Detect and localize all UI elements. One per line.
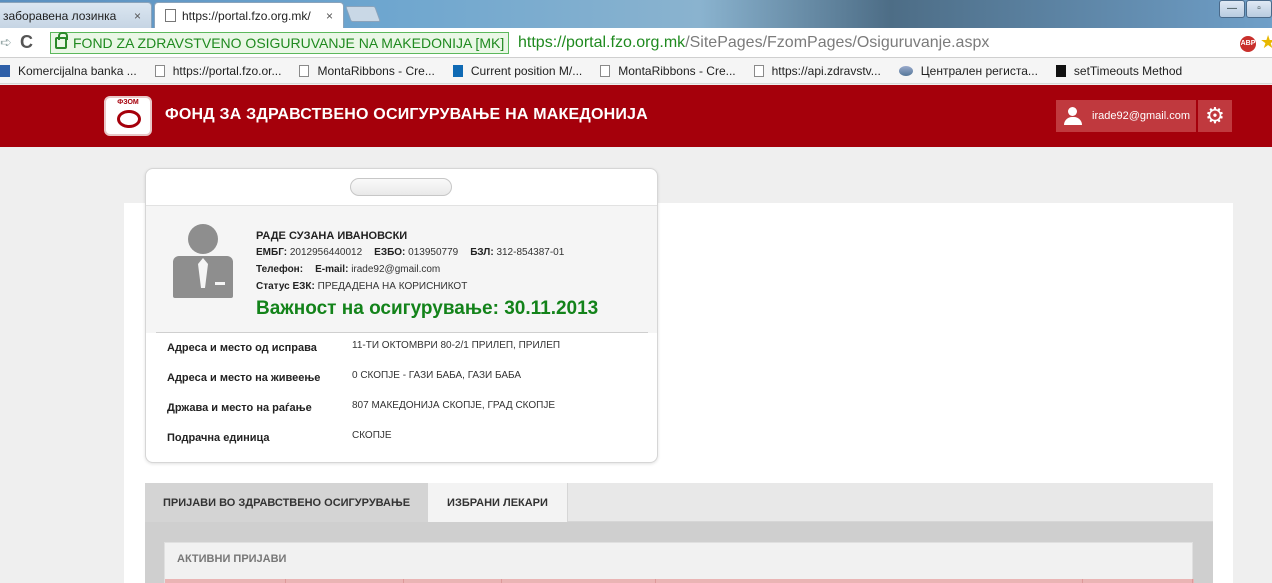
detail-value: СКОПЈЕ xyxy=(352,430,392,441)
detail-label: Адреса и место на живеење xyxy=(167,372,321,384)
new-tab-button[interactable] xyxy=(345,6,381,22)
status-line: Статус ЕЗК: ПРЕДАДЕНА НА КОРИСНИКОТ xyxy=(256,281,467,292)
site-header: ФЗОМ ФОНД ЗА ЗДРАВСТВЕНО ОСИГУРУВАЊЕ НА … xyxy=(0,85,1272,147)
user-icon xyxy=(1064,107,1082,125)
avatar xyxy=(171,224,235,300)
url-host: https://portal.fzo.org.mk xyxy=(518,34,686,51)
bookmark-item[interactable]: MontaRibbons - Cre... xyxy=(299,63,435,78)
reload-icon[interactable]: C xyxy=(20,32,33,53)
star-icon[interactable]: ★ xyxy=(1260,32,1272,53)
id-line: ЕМБГ: 2012956440012 ЕЗБО: 013950779 БЗЛ: 3… xyxy=(256,247,564,258)
page-icon xyxy=(299,64,310,77)
bookmark-label: MontaRibbons - Cre... xyxy=(618,63,736,78)
bookmark-label: Централен региста... xyxy=(920,63,1038,78)
status-value: ПРЕДАДЕНА НА КОРИСНИКОТ xyxy=(317,281,468,292)
ev-label: FOND ZA ZDRAVSTVENO OSIGURUVANJE NA MAKE… xyxy=(73,35,505,51)
bookmark-label: https://api.zdravstv... xyxy=(771,63,881,78)
detail-value: 807 МАКЕДОНИЈА СКОПЈЕ, ГРАД СКОПЈЕ xyxy=(352,400,556,411)
status-label: Статус ЕЗК: xyxy=(256,281,315,292)
embg-value: 2012956440012 xyxy=(289,247,363,258)
close-icon[interactable]: × xyxy=(326,9,333,23)
insured-name: РАДЕ СУЗАНА ИВАНОВСКИ xyxy=(256,230,408,242)
maximize-button[interactable]: ▫ xyxy=(1246,0,1272,18)
bank-icon xyxy=(0,64,10,77)
url-path: /SitePages/FzomPages/Osiguruvanje.aspx xyxy=(685,34,990,51)
page-icon xyxy=(753,64,764,77)
address-bar: ➪ C FOND ZA ZDRAVSTVENO OSIGURUVANJE NA … xyxy=(0,28,1272,58)
detail-label: Држава и место на раѓање xyxy=(167,402,312,414)
registrations-section: ПРИЈАВИ ВО ЗДРАВСТВЕНО ОСИГУРУВАЊЕ ИЗБРА… xyxy=(145,483,1213,583)
fzom-logo[interactable]: ФЗОМ xyxy=(104,96,152,136)
bookmark-item[interactable]: https://api.zdravstv... xyxy=(753,63,881,78)
active-registrations-panel: АКТИВНИ ПРИЈАВИ xyxy=(164,542,1194,583)
content-tabs: ПРИЈАВИ ВО ЗДРАВСТВЕНО ОСИГУРУВАЊЕ ИЗБРА… xyxy=(145,483,1213,522)
registry-icon xyxy=(898,65,913,76)
detail-value: 11-ТИ ОКТОМВРИ 80-2/1 ПРИЛЕП, ПРИЛЕП xyxy=(352,340,561,351)
bookmark-label: Current position M/... xyxy=(470,63,583,78)
bookmark-item[interactable]: setTimeouts Method xyxy=(1055,63,1183,78)
bookmark-item[interactable]: https://portal.fzo.or... xyxy=(154,63,282,78)
bookmark-label: MontaRibbons - Cre... xyxy=(317,63,435,78)
site-title: ФОНД ЗА ЗДРАВСТВЕНО ОСИГУРУВАЊЕ НА МАКЕД… xyxy=(165,106,648,123)
logo-emblem-icon xyxy=(117,110,141,128)
user-menu-button[interactable]: irade92@gmail.com xyxy=(1056,100,1196,132)
bookmark-label: https://portal.fzo.or... xyxy=(172,63,282,78)
bookmarks-bar: Komercijalna banka ... https://portal.fz… xyxy=(0,58,1272,84)
tab-label: https://portal.fzo.org.mk/ xyxy=(182,8,311,23)
bzl-value: 312-854387-01 xyxy=(496,247,565,258)
tab-label: заборавена лозинка xyxy=(3,8,117,23)
bookmark-item[interactable]: Current position M/... xyxy=(452,63,583,78)
window-controls: — ▫ xyxy=(1218,0,1272,20)
panel-title: АКТИВНИ ПРИЈАВИ xyxy=(177,553,287,565)
info-icon xyxy=(452,64,463,77)
tab-insurance-registrations[interactable]: ПРИЈАВИ ВО ЗДРАВСТВЕНО ОСИГУРУВАЊЕ xyxy=(145,483,428,522)
phone-label: Телефон: xyxy=(256,264,304,275)
lock-icon xyxy=(55,32,68,49)
email-value: irade92@gmail.com xyxy=(351,264,441,275)
contact-line: Телефон: E-mail: irade92@gmail.com xyxy=(256,264,440,275)
url-field[interactable]: https://portal.fzo.org.mk/SitePages/Fzom… xyxy=(518,34,989,52)
forward-icon[interactable]: ➪ xyxy=(0,34,12,51)
close-icon[interactable]: × xyxy=(134,9,141,23)
page-icon xyxy=(154,64,165,77)
user-email: irade92@gmail.com xyxy=(1092,110,1190,122)
ev-certificate-badge[interactable]: FOND ZA ZDRAVSTVENO OSIGURUVANJE NA MAKE… xyxy=(50,32,510,54)
page-icon xyxy=(165,9,176,22)
browser-tab-bar: заборавена лозинка × https://portal.fzo.… xyxy=(0,0,1272,28)
divider xyxy=(156,332,648,333)
card-collapse-handle[interactable] xyxy=(350,178,452,196)
detail-label: Подрачна единица xyxy=(167,432,270,444)
page-icon xyxy=(600,64,611,77)
detail-label: Адреса и место од исправа xyxy=(167,342,317,354)
table-header-row xyxy=(165,579,1194,583)
profile-card: РАДЕ СУЗАНА ИВАНОВСКИ ЕМБГ: 201295644001… xyxy=(145,168,658,463)
embg-label: ЕМБГ: xyxy=(256,247,288,258)
bookmark-label: Komercijalna banka ... xyxy=(18,63,137,78)
ezbo-value: 013950779 xyxy=(408,247,459,258)
detail-value: 0 СКОПЈЕ - ГАЗИ БАБА, ГАЗИ БАБА xyxy=(352,370,522,381)
browser-tab-password[interactable]: заборавена лозинка × xyxy=(0,2,152,28)
email-label: E-mail: xyxy=(315,264,349,275)
bookmark-item[interactable]: Komercijalna banka ... xyxy=(0,64,137,78)
minimize-button[interactable]: — xyxy=(1219,0,1245,18)
browser-tab-portal[interactable]: https://portal.fzo.org.mk/ × xyxy=(154,2,344,28)
tab-chosen-doctors[interactable]: ИЗБРАНИ ЛЕКАРИ xyxy=(428,483,568,522)
bookmark-item[interactable]: MontaRibbons - Cre... xyxy=(600,63,736,78)
m-icon xyxy=(1055,64,1066,77)
adblock-icon[interactable]: ABP xyxy=(1240,36,1256,52)
gear-icon[interactable]: ⚙ xyxy=(1198,100,1232,132)
bookmark-item[interactable]: Централен региста... xyxy=(898,63,1038,78)
insurance-validity: Важност на осигурување: 30.11.2013 xyxy=(256,298,599,319)
bzl-label: БЗЛ: xyxy=(470,247,494,258)
bookmark-label: setTimeouts Method xyxy=(1073,63,1183,78)
logo-text: ФЗОМ xyxy=(117,99,139,106)
ezbo-label: ЕЗБО: xyxy=(374,247,406,258)
